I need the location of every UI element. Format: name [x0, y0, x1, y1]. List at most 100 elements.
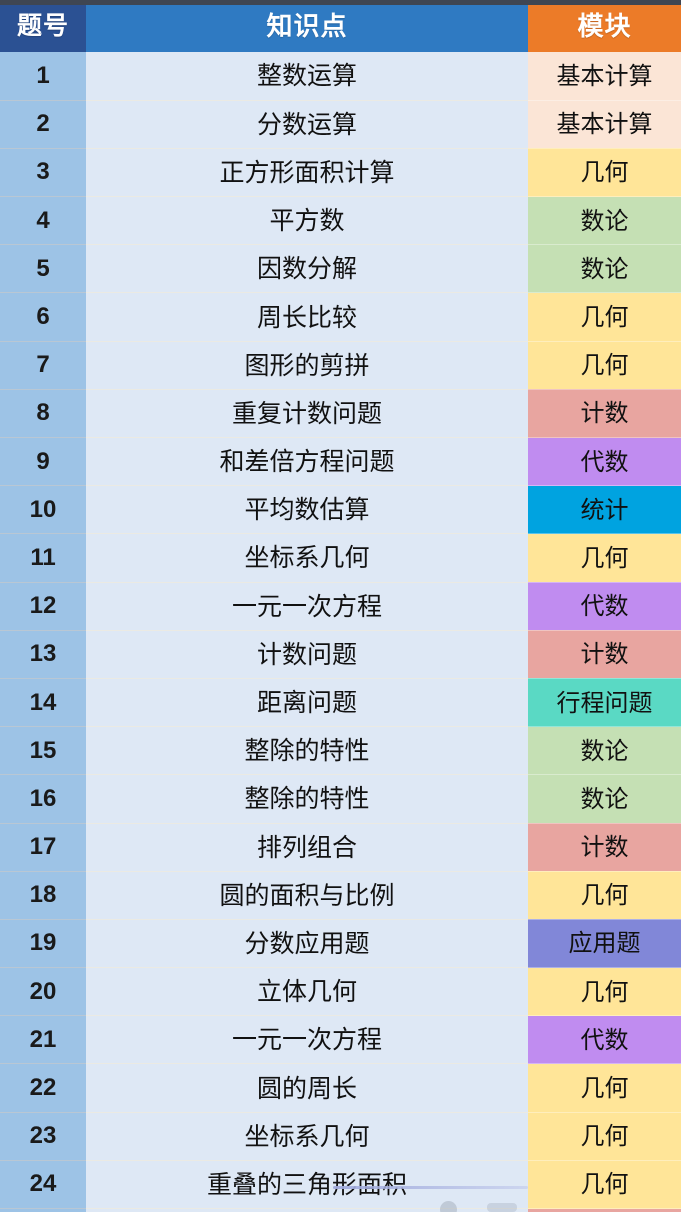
cell-knowledge-point[interactable]: 排列组合 — [86, 823, 528, 872]
table-row[interactable]: 7 图形的剪拼 几何 — [0, 341, 681, 390]
cell-module[interactable]: 计数 — [528, 1208, 681, 1212]
table-row[interactable]: 10 平均数估算 统计 — [0, 485, 681, 535]
table-row[interactable]: 17 排列组合 计数 — [0, 823, 681, 872]
cell-module[interactable]: 数论 — [528, 196, 681, 246]
column-header-module[interactable]: 模块 — [528, 0, 681, 52]
cell-knowledge-point[interactable]: 圆的周长 — [86, 1063, 528, 1113]
table-row[interactable]: 15 整除的特性 数论 — [0, 726, 681, 776]
cell-module[interactable]: 计数 — [528, 630, 681, 679]
cell-question-number[interactable]: 6 — [0, 292, 86, 342]
table-row[interactable]: 5 因数分解 数论 — [0, 244, 681, 294]
cell-knowledge-point[interactable]: 坐标系几何 — [86, 1112, 528, 1161]
cell-question-number[interactable]: 4 — [0, 196, 86, 246]
table-row[interactable]: 24 重叠的三角形面积 几何 — [0, 1160, 681, 1210]
floating-toolbar-bar[interactable] — [333, 1186, 528, 1189]
table-row[interactable]: 2 分数运算 基本计算 — [0, 100, 681, 149]
cell-module[interactable]: 几何 — [528, 1063, 681, 1113]
cell-module[interactable]: 数论 — [528, 726, 681, 776]
table-row[interactable]: 23 坐标系几何 几何 — [0, 1112, 681, 1161]
cell-knowledge-point[interactable]: 分数应用题 — [86, 919, 528, 969]
floating-toolbar-pill[interactable] — [487, 1203, 517, 1212]
cell-question-number[interactable]: 22 — [0, 1063, 86, 1113]
cell-module[interactable]: 几何 — [528, 341, 681, 390]
cell-question-number[interactable]: 11 — [0, 533, 86, 583]
cell-knowledge-point[interactable]: 分数运算 — [86, 100, 528, 149]
cell-question-number[interactable]: 24 — [0, 1160, 86, 1210]
cell-module[interactable]: 基本计算 — [528, 100, 681, 149]
cell-knowledge-point[interactable]: 平方数 — [86, 196, 528, 246]
cell-question-number[interactable]: 3 — [0, 148, 86, 198]
cell-question-number[interactable]: 8 — [0, 389, 86, 439]
column-header-question-number[interactable]: 题号 — [0, 0, 86, 52]
cell-module[interactable]: 基本计算 — [528, 52, 681, 101]
cell-module[interactable]: 几何 — [528, 871, 681, 920]
cell-question-number[interactable]: 10 — [0, 485, 86, 535]
table-row[interactable]: 9 和差倍方程问题 代数 — [0, 437, 681, 487]
table-row[interactable]: 6 周长比较 几何 — [0, 292, 681, 342]
cell-knowledge-point[interactable]: 重复计数问题 — [86, 389, 528, 439]
cell-module[interactable]: 统计 — [528, 485, 681, 535]
table-row[interactable]: 11 坐标系几何 几何 — [0, 533, 681, 583]
cell-question-number[interactable]: 18 — [0, 871, 86, 920]
cell-knowledge-point[interactable]: 平均数估算 — [86, 485, 528, 535]
cell-module[interactable]: 几何 — [528, 1112, 681, 1161]
cell-question-number[interactable]: 14 — [0, 678, 86, 728]
cell-module[interactable]: 数论 — [528, 244, 681, 294]
table-row[interactable]: 18 圆的面积与比例 几何 — [0, 871, 681, 920]
table-row[interactable]: 12 一元一次方程 代数 — [0, 582, 681, 631]
cell-question-number[interactable]: 21 — [0, 1015, 86, 1065]
cell-module[interactable]: 计数 — [528, 389, 681, 439]
table-row[interactable]: 22 圆的周长 几何 — [0, 1063, 681, 1113]
cell-knowledge-point[interactable]: 一元一次方程 — [86, 582, 528, 631]
cell-module[interactable]: 几何 — [528, 1160, 681, 1210]
cell-question-number[interactable]: 23 — [0, 1112, 86, 1161]
table-row[interactable]: 14 距离问题 行程问题 — [0, 678, 681, 728]
cell-question-number[interactable]: 19 — [0, 919, 86, 969]
cell-question-number[interactable]: 17 — [0, 823, 86, 872]
table-row[interactable]: 3 正方形面积计算 几何 — [0, 148, 681, 198]
cell-module[interactable]: 行程问题 — [528, 678, 681, 728]
table-row[interactable]: 8 重复计数问题 计数 — [0, 389, 681, 439]
cell-question-number[interactable]: 16 — [0, 774, 86, 824]
table-row[interactable]: 25相邻的排列计数 — [0, 1208, 681, 1212]
cell-module[interactable]: 计数 — [528, 823, 681, 872]
cell-module[interactable]: 几何 — [528, 967, 681, 1017]
cell-knowledge-point[interactable]: 立体几何 — [86, 967, 528, 1017]
cell-knowledge-point[interactable]: 因数分解 — [86, 244, 528, 294]
cell-question-number[interactable]: 25 — [0, 1208, 86, 1212]
table-row[interactable]: 1 整数运算 基本计算 — [0, 52, 681, 101]
cell-knowledge-point[interactable]: 圆的面积与比例 — [86, 871, 528, 920]
cell-module[interactable]: 代数 — [528, 437, 681, 487]
cell-question-number[interactable]: 2 — [0, 100, 86, 149]
table-row[interactable]: 4 平方数 数论 — [0, 196, 681, 246]
table-row[interactable]: 20 立体几何 几何 — [0, 967, 681, 1017]
table-row[interactable]: 13 计数问题 计数 — [0, 630, 681, 679]
cell-module[interactable]: 几何 — [528, 292, 681, 342]
cell-knowledge-point[interactable]: 正方形面积计算 — [86, 148, 528, 198]
table-row[interactable]: 21 一元一次方程 代数 — [0, 1015, 681, 1065]
cell-module[interactable]: 数论 — [528, 774, 681, 824]
cell-question-number[interactable]: 13 — [0, 630, 86, 679]
cell-question-number[interactable]: 5 — [0, 244, 86, 294]
cell-knowledge-point[interactable]: 距离问题 — [86, 678, 528, 728]
cell-knowledge-point[interactable]: 整除的特性 — [86, 774, 528, 824]
cell-knowledge-point[interactable]: 周长比较 — [86, 292, 528, 342]
cell-module[interactable]: 几何 — [528, 533, 681, 583]
cell-knowledge-point[interactable]: 坐标系几何 — [86, 533, 528, 583]
cell-knowledge-point[interactable]: 和差倍方程问题 — [86, 437, 528, 487]
table-row[interactable]: 16 整除的特性 数论 — [0, 774, 681, 824]
cell-knowledge-point[interactable]: 重叠的三角形面积 — [86, 1160, 528, 1210]
cell-module[interactable]: 代数 — [528, 582, 681, 631]
cell-module[interactable]: 几何 — [528, 148, 681, 198]
cell-module[interactable]: 代数 — [528, 1015, 681, 1065]
cell-question-number[interactable]: 20 — [0, 967, 86, 1017]
cell-question-number[interactable]: 7 — [0, 341, 86, 390]
column-header-knowledge-point[interactable]: 知识点 — [86, 0, 528, 52]
cell-knowledge-point[interactable]: 一元一次方程 — [86, 1015, 528, 1065]
cell-question-number[interactable]: 15 — [0, 726, 86, 776]
cell-module[interactable]: 应用题 — [528, 919, 681, 969]
floating-toolbar-dot[interactable] — [440, 1201, 457, 1212]
cell-knowledge-point[interactable]: 图形的剪拼 — [86, 341, 528, 390]
cell-question-number[interactable]: 1 — [0, 52, 86, 101]
cell-question-number[interactable]: 9 — [0, 437, 86, 487]
